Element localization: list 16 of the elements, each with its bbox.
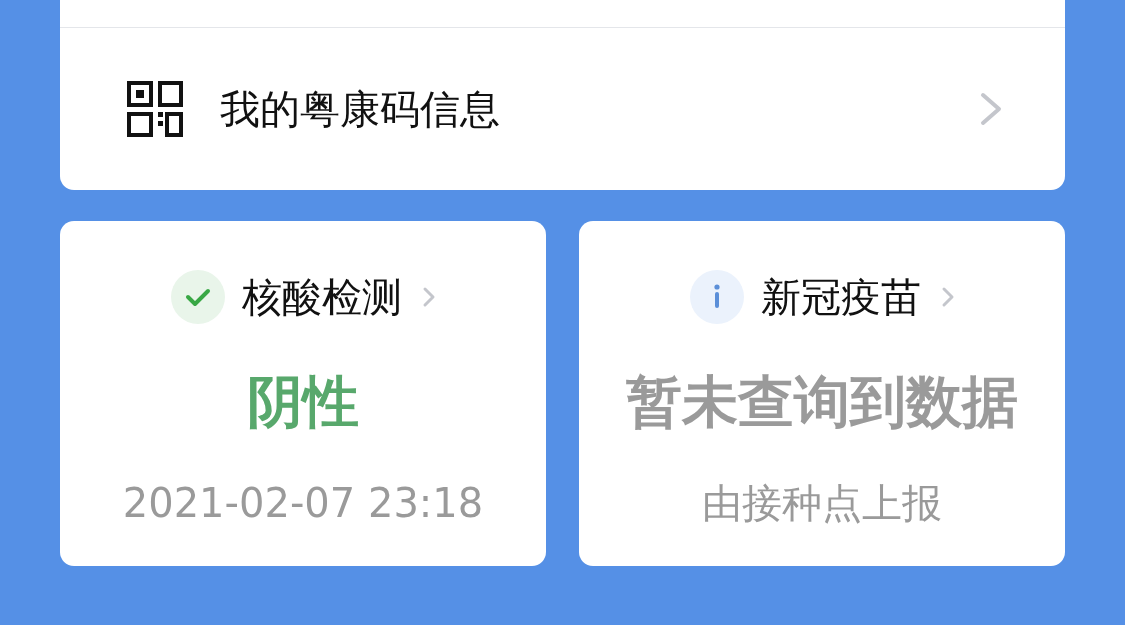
code-info-label: 我的粤康码信息 bbox=[220, 85, 500, 134]
check-icon bbox=[170, 270, 225, 324]
card-title: 核酸检测 bbox=[241, 273, 402, 322]
card-detail: 由接种点上报 bbox=[702, 479, 942, 527]
card-header-link[interactable]: 核酸检测 bbox=[170, 270, 436, 324]
qr-code-icon bbox=[127, 81, 183, 137]
card-result: 阴性 bbox=[247, 368, 359, 436]
card-title: 新冠疫苗 bbox=[760, 273, 921, 322]
code-info-row[interactable]: 我的粤康码信息 bbox=[60, 28, 1065, 190]
chevron-right-icon bbox=[979, 92, 1003, 126]
chevron-right-icon bbox=[940, 286, 955, 308]
card-header-link[interactable]: 新冠疫苗 bbox=[689, 270, 955, 324]
chevron-right-icon bbox=[421, 286, 436, 308]
card-result: 暂未查询到数据 bbox=[626, 368, 1018, 436]
info-icon bbox=[689, 270, 744, 324]
card-detail: 2021-02-07 23:18 bbox=[122, 479, 484, 527]
